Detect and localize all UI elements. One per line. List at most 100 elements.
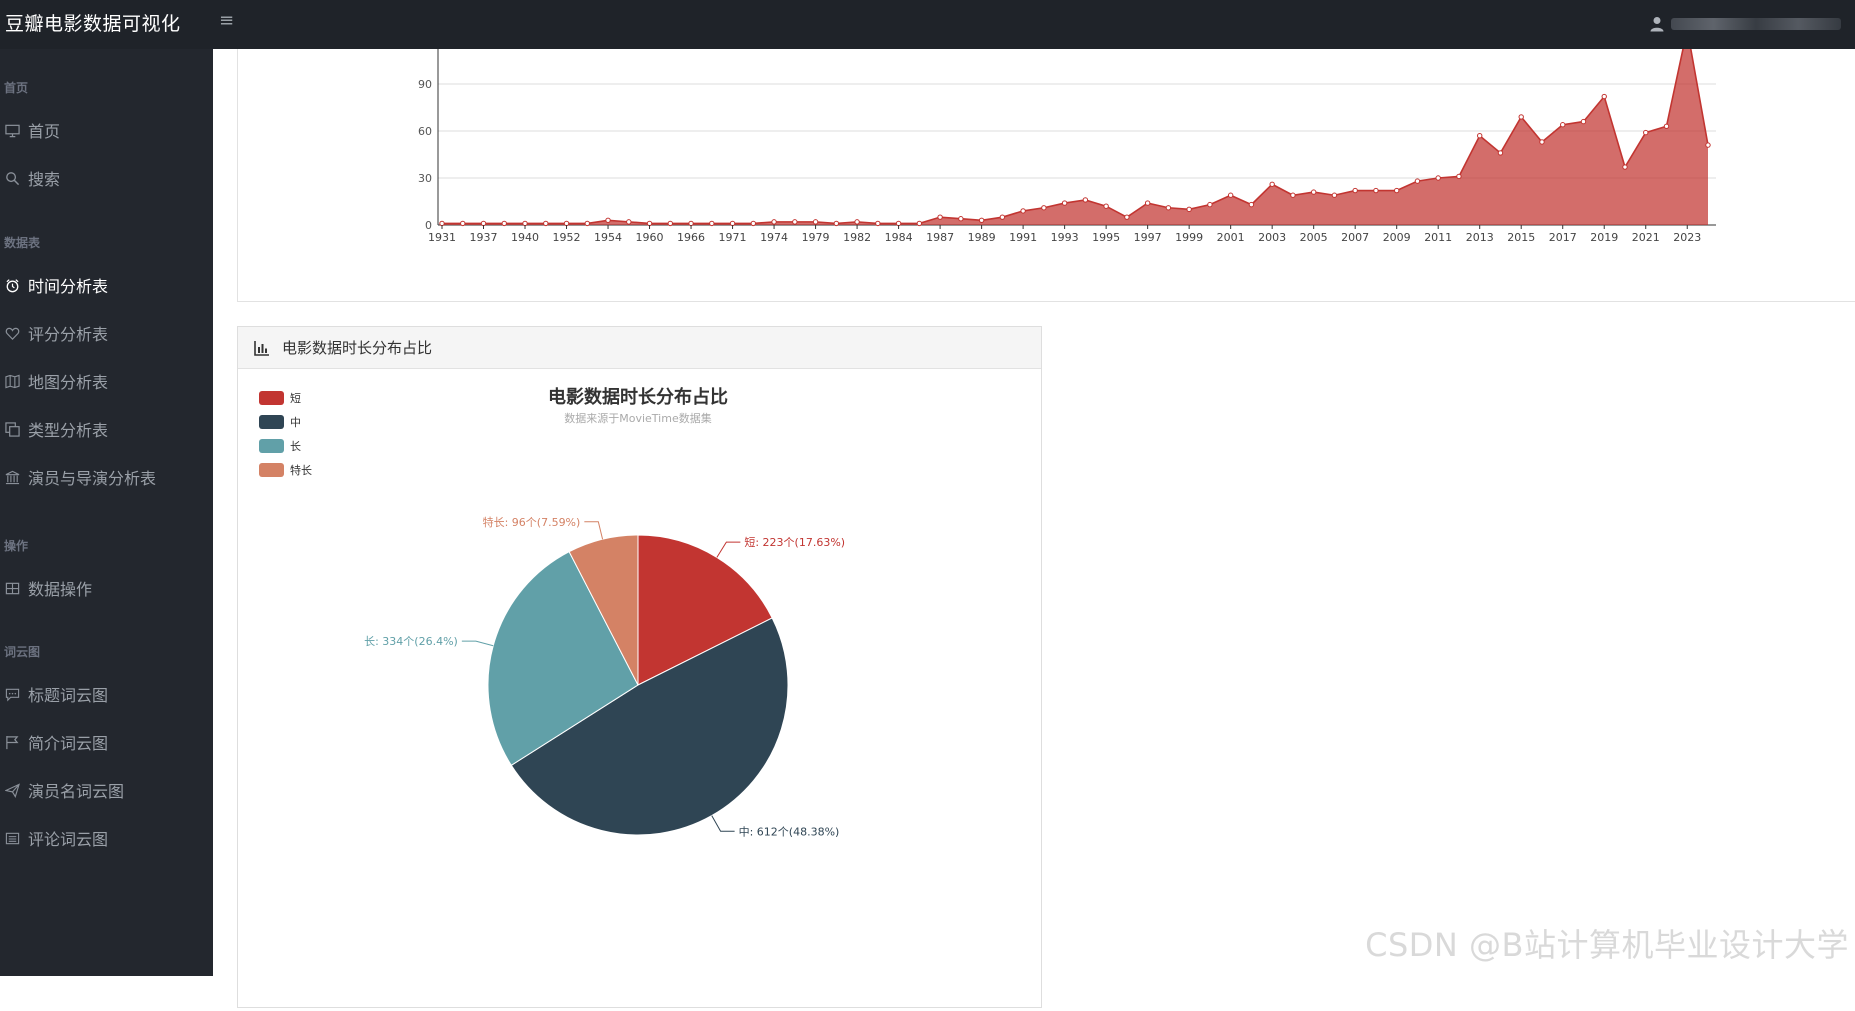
data-point <box>1020 208 1026 214</box>
data-point <box>999 214 1006 220</box>
x-tick-label: 2017 <box>1549 231 1577 244</box>
data-point <box>709 220 715 227</box>
data-point <box>1414 178 1421 184</box>
x-tick-label: 2001 <box>1217 231 1245 244</box>
x-tick-label: 1999 <box>1175 231 1203 244</box>
sidebar-item-actor-director-analysis[interactable]: 演员与导演分析表 <box>0 459 213 495</box>
sidebar-item-label: 演员与导演分析表 <box>28 469 157 488</box>
sidebar-item-title-wordcloud[interactable]: 标题词云图 <box>0 676 213 712</box>
slice-label: 特长: 96个(7.59%) <box>483 515 581 529</box>
user-menu[interactable] <box>1649 13 1841 35</box>
sidebar-item-label: 类型分析表 <box>28 421 109 440</box>
x-tick-label: 1966 <box>677 231 705 244</box>
sidebar-item-search[interactable]: 搜索 <box>0 160 213 196</box>
data-point <box>584 220 590 227</box>
sidebar-item-home[interactable]: 首页 <box>0 112 213 148</box>
y-tick-label: 90 <box>418 78 432 91</box>
section-operations: 操作 <box>4 539 29 553</box>
x-tick-label: 1997 <box>1134 231 1162 244</box>
sidebar-item-label: 数据操作 <box>28 580 93 599</box>
x-tick-label: 1937 <box>470 231 498 244</box>
sidebar-item-label: 首页 <box>28 122 61 141</box>
year-line-chart-panel: 0 30 60 90 1931 1937 1940 1952 1954 1960 1966 1971 1… <box>237 26 1855 302</box>
sidebar-item-intro-wordcloud[interactable]: 简介词云图 <box>0 724 213 760</box>
data-point <box>1310 189 1317 195</box>
data-point <box>1456 173 1462 180</box>
app-title[interactable]: 豆瓣电影数据可视化 <box>5 9 181 36</box>
x-tick-label: 2015 <box>1507 231 1535 244</box>
legend-label: 长 <box>290 440 301 453</box>
comment-icon <box>4 686 20 702</box>
slice-label: 长: 334个(26.4%) <box>364 635 458 648</box>
data-point <box>1435 175 1441 181</box>
data-point <box>1622 164 1628 170</box>
data-point <box>1186 206 1192 213</box>
sidebar-item-label: 演员名词云图 <box>28 782 125 801</box>
user-name-redacted <box>1671 18 1841 30</box>
data-point <box>1124 214 1130 220</box>
sidebar-item-actor-wordcloud[interactable]: 演员名词云图 <box>0 772 213 808</box>
x-tick-label: 1993 <box>1051 231 1079 244</box>
data-point <box>1373 187 1379 194</box>
legend-label: 短 <box>290 391 301 405</box>
sidebar-item-type-analysis[interactable]: 类型分析表 <box>0 411 213 447</box>
data-point <box>1580 118 1587 125</box>
series-area <box>442 29 1708 225</box>
y-tick-label: 30 <box>418 172 432 185</box>
x-tick-label: 2011 <box>1424 231 1452 244</box>
data-point <box>812 219 819 225</box>
x-tick-label: 1982 <box>843 231 871 244</box>
watermark: CSDN @B站计算机毕业设计大学 <box>1365 926 1849 964</box>
legend-swatch <box>259 439 284 453</box>
sidebar-item-label: 评论词云图 <box>28 830 109 849</box>
sidebar-item-comment-wordcloud[interactable]: 评论词云图 <box>0 820 213 856</box>
bank-icon <box>4 469 20 485</box>
data-point <box>501 220 507 227</box>
data-point <box>854 219 860 225</box>
x-tick-label: 2003 <box>1258 231 1286 244</box>
sidebar: 首页 首页 搜索 数据表 时间分析表 评分分析表 地图分析表 类型分析表 演员与… <box>0 49 213 976</box>
search-icon <box>4 170 20 186</box>
sidebar-item-score-analysis[interactable]: 评分分析表 <box>0 315 213 351</box>
x-tick-label: 2005 <box>1300 231 1328 244</box>
alarm-clock-icon <box>4 277 20 293</box>
data-point <box>1290 192 1296 198</box>
x-tick-label: 2023 <box>1673 231 1701 244</box>
data-point <box>1061 200 1068 206</box>
main-content: 0 30 60 90 1931 1937 1940 1952 1954 1960 1966 1971 1… <box>213 26 1855 1008</box>
legend-swatch <box>259 463 284 477</box>
data-point <box>1248 201 1255 208</box>
duration-pie-panel: 电影数据时长分布占比 电影数据时长分布占比 数据来源于MovieTime数据集 短中… <box>237 326 1042 1008</box>
section-home: 首页 <box>4 81 29 95</box>
x-tick-label: 2019 <box>1590 231 1618 244</box>
data-point <box>1103 203 1109 209</box>
monitor-icon <box>4 122 20 138</box>
sidebar-item-label: 评分分析表 <box>28 325 109 344</box>
data-point <box>1539 139 1545 145</box>
data-point <box>688 220 694 227</box>
x-tick-label: 2009 <box>1383 231 1411 244</box>
data-point <box>875 220 881 227</box>
sidebar-item-data-operations[interactable]: 数据操作 <box>0 570 213 606</box>
x-tick-label: 1987 <box>926 231 954 244</box>
sidebar-item-map-analysis[interactable]: 地图分析表 <box>0 363 213 399</box>
x-tick-label: 1931 <box>428 231 456 244</box>
pie-panel-title: 电影数据时长分布占比 <box>282 339 433 357</box>
x-tick-label: 1971 <box>719 231 747 244</box>
data-point <box>605 217 611 224</box>
year-area-chart: 03060901931 1937 1940 1952 1954 1960 1966 1971 1… <box>418 26 1716 244</box>
sidebar-item-label: 标题词云图 <box>28 686 109 705</box>
x-tick-label: 1952 <box>553 231 581 244</box>
slice-label: 中: 612个(48.38%) <box>739 825 840 838</box>
data-point <box>1705 142 1711 148</box>
x-tick-label: 1991 <box>1009 231 1037 244</box>
slice-label-line <box>716 541 741 558</box>
data-point <box>667 220 673 227</box>
data-point <box>646 220 653 227</box>
data-point <box>439 220 445 227</box>
sidebar-item-time-analysis[interactable]: 时间分析表 <box>0 267 213 303</box>
chart-title: 电影数据时长分布占比 <box>548 386 728 408</box>
menu-toggle-icon[interactable]: ≡ <box>219 10 234 31</box>
x-tick-label: 2021 <box>1632 231 1660 244</box>
y-tick-label: 60 <box>418 125 432 138</box>
